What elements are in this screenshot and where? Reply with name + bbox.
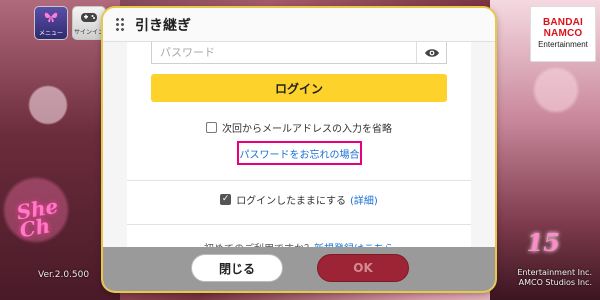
gamepad-icon xyxy=(80,10,98,27)
copyright-line-1: Entertainment Inc. xyxy=(517,268,592,277)
eye-icon xyxy=(424,43,440,62)
drag-handle-icon[interactable] xyxy=(115,16,125,33)
version-label: Ver.2.0.500 xyxy=(38,270,90,280)
close-button[interactable]: 閉じる xyxy=(191,254,283,282)
ok-button[interactable]: OK xyxy=(317,254,409,282)
password-input[interactable] xyxy=(152,42,414,62)
divider xyxy=(127,180,471,181)
login-panel[interactable]: ログイン 次回からメールアドレスの入力を省略 パスワードをお忘れの場合 ✓ ログ… xyxy=(127,42,471,258)
login-button[interactable]: ログイン xyxy=(151,74,447,102)
copyright-line-2: AMCO Studios Inc. xyxy=(518,278,592,287)
transfer-dialog: 引き継ぎ ログイン 次回からメールアドレスの入力を省略 パスワードをお忘れの場合… xyxy=(103,8,495,291)
butterfly-icon xyxy=(43,9,59,28)
background-neon-sign: She Ch xyxy=(15,194,62,243)
divider xyxy=(127,224,471,225)
copyright-text: Entertainment Inc. AMCO Studios Inc. xyxy=(517,268,592,288)
dialog-title: 引き継ぎ xyxy=(135,17,191,34)
background-left-scene xyxy=(0,0,120,300)
stay-logged-in-row: ✓ ログインしたままにする (詳細) xyxy=(127,192,471,207)
omit-email-label: 次回からメールアドレスの入力を省略 xyxy=(222,124,392,135)
forgot-password-highlight: パスワードをお忘れの場合 xyxy=(237,141,362,165)
menu-label: メニュー xyxy=(38,29,63,37)
stay-logged-in-checkbox[interactable]: ✓ xyxy=(220,194,232,205)
omit-email-checkbox[interactable] xyxy=(206,122,217,133)
signin-label: サインイン xyxy=(73,28,104,36)
anniversary-logo: 15 xyxy=(526,228,560,257)
logo-line-2: NAMCO xyxy=(543,28,583,39)
bandai-namco-logo: BANDAI NAMCO Entertainment xyxy=(530,6,596,62)
logo-line-1: BANDAI xyxy=(542,17,584,28)
logo-line-3: Entertainment xyxy=(538,40,588,49)
menu-button[interactable]: メニュー xyxy=(34,6,68,40)
signin-button[interactable]: サインイン xyxy=(72,6,106,40)
forgot-password-link[interactable]: パスワードをお忘れの場合 xyxy=(240,146,360,161)
show-password-button[interactable] xyxy=(416,42,446,63)
password-field xyxy=(151,42,447,64)
details-link[interactable]: (詳細) xyxy=(350,192,378,207)
dialog-footer: 閉じる OK xyxy=(103,247,495,291)
omit-email-row: 次回からメールアドレスの入力を省略 xyxy=(127,120,471,135)
stay-logged-in-label: ログインしたままにする xyxy=(236,196,346,207)
dialog-header: 引き継ぎ xyxy=(103,8,495,42)
